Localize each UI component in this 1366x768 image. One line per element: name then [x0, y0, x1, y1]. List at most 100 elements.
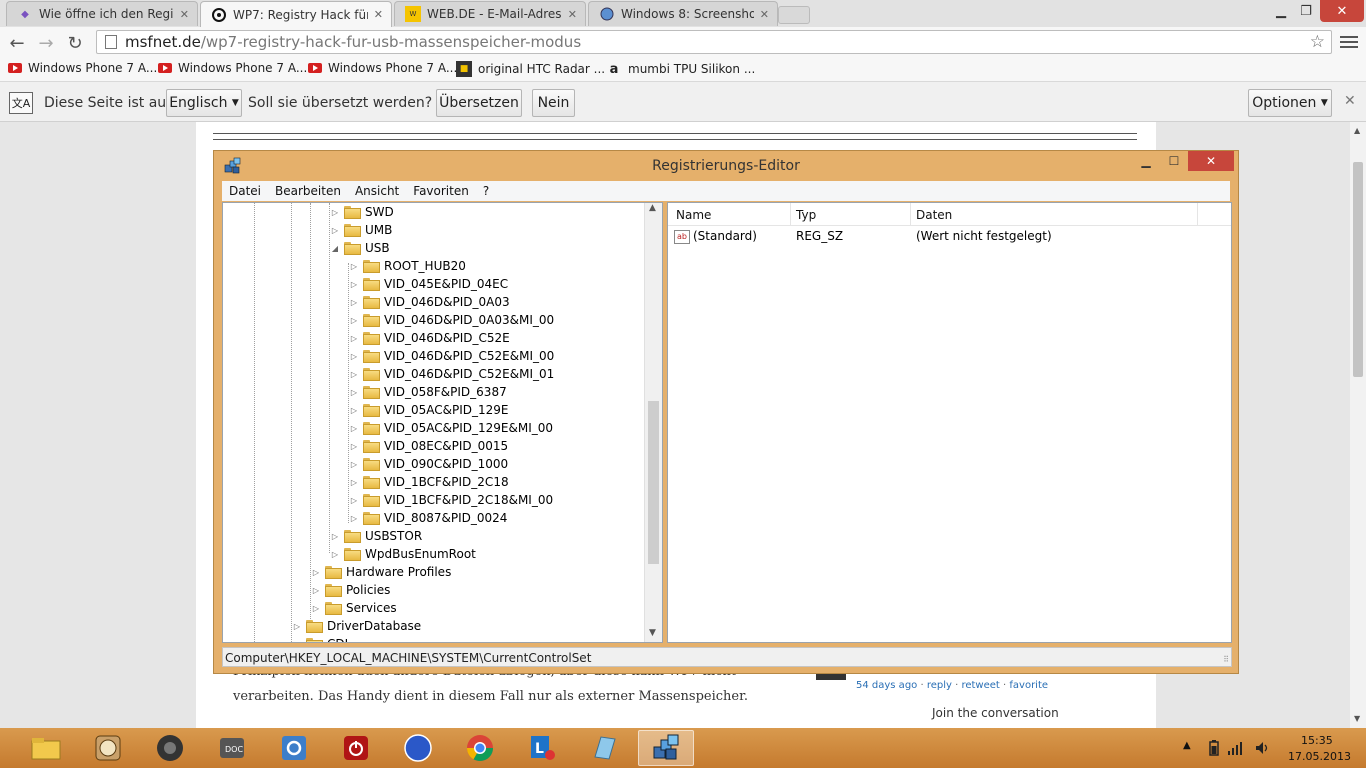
- tree-node[interactable]: ▷ ROOT_HUB20: [348, 257, 466, 275]
- registry-titlebar[interactable]: Registrierungs-Editor ▁ ☐ ✕: [214, 151, 1238, 181]
- tab-webde[interactable]: W WEB.DE - E-Mail-Adresse k ✕: [394, 1, 586, 26]
- registry-values-list[interactable]: Name Typ Daten ab (Standard) REG_SZ (Wert…: [667, 202, 1232, 643]
- expand-arrow-icon[interactable]: ▷: [348, 496, 360, 505]
- chrome-menu-icon[interactable]: [1340, 33, 1358, 51]
- reply-link[interactable]: reply: [927, 680, 952, 691]
- menu-ansicht[interactable]: Ansicht: [348, 184, 406, 198]
- expand-arrow-icon[interactable]: ▷: [348, 262, 360, 271]
- expand-arrow-icon[interactable]: ▷: [291, 640, 303, 643]
- tree-node[interactable]: ▷ VID_046D&PID_C52E&MI_01: [348, 365, 554, 383]
- column-header-data[interactable]: Daten: [916, 208, 952, 222]
- translate-button[interactable]: Übersetzen: [436, 89, 522, 117]
- tree-node[interactable]: ▷ VID_058F&PID_6387: [348, 383, 507, 401]
- bookmark-star-icon[interactable]: ☆: [1310, 32, 1325, 52]
- close-translate-icon[interactable]: ✕: [1344, 93, 1356, 109]
- tree-node[interactable]: ▷ VID_046D&PID_0A03: [348, 293, 510, 311]
- column-header-name[interactable]: Name: [676, 208, 711, 222]
- reload-icon[interactable]: ↻: [64, 32, 86, 54]
- close-icon[interactable]: ✕: [180, 8, 189, 21]
- value-name[interactable]: ab (Standard): [674, 229, 757, 247]
- menu-help[interactable]: ?: [476, 184, 496, 198]
- expand-arrow-icon[interactable]: ▷: [348, 442, 360, 451]
- tree-node[interactable]: ▷ CDI: [291, 635, 348, 643]
- favorite-link[interactable]: favorite: [1009, 680, 1048, 691]
- settings-app-icon[interactable]: [266, 730, 322, 766]
- tree-node[interactable]: ▷ Policies: [310, 581, 390, 599]
- tree-node[interactable]: ▷ UMB: [329, 221, 392, 239]
- scroll-thumb[interactable]: [648, 401, 659, 564]
- tree-node[interactable]: ▷ VID_046D&PID_C52E&MI_00: [348, 347, 554, 365]
- tree-node[interactable]: ▷ VID_046D&PID_0A03&MI_00: [348, 311, 554, 329]
- join-conversation-link[interactable]: Join the conversation: [932, 706, 1059, 720]
- retweet-link[interactable]: retweet: [961, 680, 999, 691]
- menu-favoriten[interactable]: Favoriten: [406, 184, 476, 198]
- restore-icon[interactable]: ❐: [1294, 0, 1318, 22]
- power-app-icon[interactable]: [328, 730, 384, 766]
- expand-arrow-icon[interactable]: ▷: [348, 298, 360, 307]
- clock-time[interactable]: 15:35: [1301, 734, 1333, 747]
- scroll-down-icon[interactable]: ▼: [1354, 714, 1360, 723]
- compass-app-icon[interactable]: [390, 730, 446, 766]
- tab-wp7-registry-hack[interactable]: WP7: Registry Hack für US ✕: [200, 1, 392, 27]
- notepad-icon[interactable]: [576, 730, 632, 766]
- tray-expand-icon[interactable]: ▲: [1183, 740, 1191, 751]
- tree-node[interactable]: ▷ VID_090C&PID_1000: [348, 455, 508, 473]
- tree-node[interactable]: ◢ USB: [329, 239, 390, 257]
- column-separator[interactable]: [910, 203, 911, 225]
- language-select[interactable]: Englisch ▼: [166, 89, 242, 117]
- signal-icon[interactable]: [1227, 740, 1245, 756]
- close-icon[interactable]: ✕: [1188, 151, 1234, 171]
- expand-arrow-icon[interactable]: ▷: [348, 478, 360, 487]
- column-header-type[interactable]: Typ: [796, 208, 816, 222]
- menu-datei[interactable]: Datei: [222, 184, 268, 198]
- close-icon[interactable]: ✕: [568, 8, 577, 21]
- expand-arrow-icon[interactable]: ▷: [348, 334, 360, 343]
- column-separator[interactable]: [1197, 203, 1198, 225]
- tree-node[interactable]: ▷ WpdBusEnumRoot: [329, 545, 476, 563]
- menu-bearbeiten[interactable]: Bearbeiten: [268, 184, 348, 198]
- battery-icon[interactable]: [1208, 740, 1220, 756]
- bookmark-item[interactable]: a mumbi TPU Silikon ...: [606, 61, 756, 77]
- expand-arrow-icon[interactable]: ▷: [310, 586, 322, 595]
- expand-arrow-icon[interactable]: ▷: [348, 406, 360, 415]
- scroll-up-icon[interactable]: ▲: [1354, 126, 1360, 135]
- tree-node[interactable]: ▷ VID_05AC&PID_129E&MI_00: [348, 419, 553, 437]
- expand-arrow-icon[interactable]: ▷: [348, 460, 360, 469]
- chrome-icon[interactable]: [452, 730, 508, 766]
- minimize-icon[interactable]: ▁: [1132, 151, 1160, 171]
- new-tab-button[interactable]: [778, 6, 810, 24]
- scroll-up-icon[interactable]: ▲: [649, 203, 656, 213]
- expand-arrow-icon[interactable]: ▷: [348, 280, 360, 289]
- options-button[interactable]: Optionen ▼: [1248, 89, 1332, 117]
- tree-node[interactable]: ▷ Hardware Profiles: [310, 563, 451, 581]
- close-window-icon[interactable]: ✕: [1320, 0, 1364, 22]
- tab-windows8-screenshots[interactable]: Windows 8: Screenshots e ✕: [588, 1, 778, 26]
- bookmark-item[interactable]: Windows Phone 7 A...: [158, 61, 307, 75]
- document-app-icon[interactable]: DOC: [204, 730, 260, 766]
- explorer-icon[interactable]: [18, 730, 74, 766]
- tree-node[interactable]: ▷ Services: [310, 599, 397, 617]
- tree-node[interactable]: ▷ VID_1BCF&PID_2C18&MI_00: [348, 491, 553, 509]
- speaker-app-icon[interactable]: [142, 730, 198, 766]
- expand-arrow-icon[interactable]: ▷: [329, 532, 341, 541]
- address-bar[interactable]: msfnet.de/wp7-registry-hack-fur-usb-mass…: [96, 30, 1332, 54]
- expand-arrow-icon[interactable]: ▷: [310, 568, 322, 577]
- scroll-down-icon[interactable]: ▼: [649, 628, 656, 638]
- expand-arrow-icon[interactable]: ▷: [329, 550, 341, 559]
- tweet-time-link[interactable]: 54 days ago: [856, 680, 917, 691]
- tab-registry-open[interactable]: ◆ Wie öffne ich den Registry ✕: [6, 1, 198, 26]
- collapse-arrow-icon[interactable]: ◢: [329, 244, 341, 253]
- tree-node[interactable]: ▷ SWD: [329, 203, 394, 221]
- tree-node[interactable]: ▷ DriverDatabase: [291, 617, 421, 635]
- resize-grip-icon[interactable]: ⠿: [1223, 655, 1229, 664]
- bookmark-item[interactable]: Windows Phone 7 A...: [308, 61, 457, 75]
- clock-date[interactable]: 17.05.2013: [1288, 750, 1351, 763]
- maximize-icon[interactable]: ☐: [1160, 151, 1188, 171]
- tree-node[interactable]: ▷ VID_8087&PID_0024: [348, 509, 508, 527]
- tree-node[interactable]: ▷ VID_045E&PID_04EC: [348, 275, 508, 293]
- expand-arrow-icon[interactable]: ▷: [310, 604, 322, 613]
- expand-arrow-icon[interactable]: ▷: [348, 514, 360, 523]
- tree-node[interactable]: ▷ VID_046D&PID_C52E: [348, 329, 510, 347]
- tree-node[interactable]: ▷ VID_05AC&PID_129E: [348, 401, 509, 419]
- tree-scrollbar[interactable]: ▲ ▼: [644, 203, 662, 642]
